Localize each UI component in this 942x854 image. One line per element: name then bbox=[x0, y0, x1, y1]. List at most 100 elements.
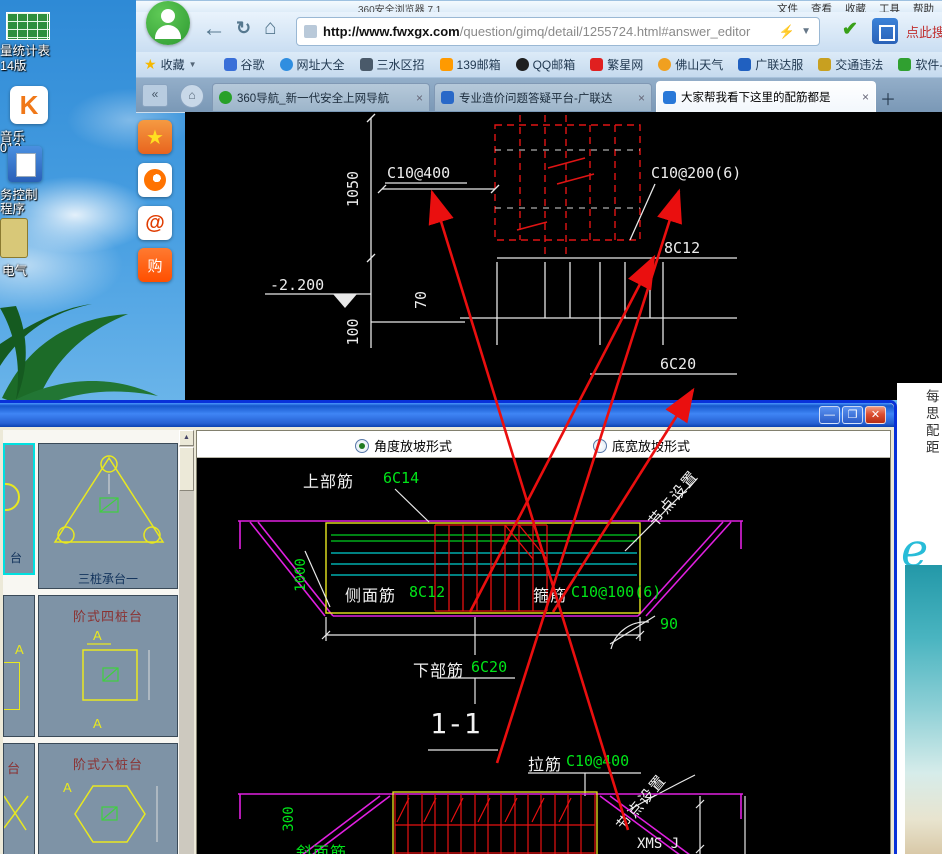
question-cad-drawing: C10@400 C10@200(6) 1050 8C12 -2.200 70 1… bbox=[185, 112, 942, 400]
home-button[interactable]: ⌂ bbox=[264, 16, 277, 40]
bookmark-item[interactable]: QQ邮箱 bbox=[516, 56, 576, 73]
label-elevation: -2.200 bbox=[270, 276, 324, 294]
dialog-cad-linework bbox=[197, 459, 890, 854]
icon-label: 电气 bbox=[2, 260, 27, 279]
template-label: 台 bbox=[10, 549, 22, 566]
favorites-menu[interactable]: ★ 收藏 ▼ bbox=[144, 56, 197, 73]
spreadsheet-icon bbox=[6, 12, 50, 40]
template-three-pile[interactable]: 三桩承台一 bbox=[38, 443, 178, 589]
back-button[interactable]: ← bbox=[202, 15, 226, 43]
bookmark-item[interactable]: 网址大全 bbox=[280, 56, 345, 73]
star-icon: ★ bbox=[144, 56, 157, 73]
value-bottom-bar: 6C20 bbox=[471, 658, 507, 676]
page-text: 距 bbox=[926, 436, 940, 456]
desktop-icon-service[interactable]: 务控制 程序 bbox=[0, 146, 64, 216]
label-dim-1050: 1050 bbox=[344, 167, 362, 211]
label-c10-400: C10@400 bbox=[387, 164, 450, 182]
label-dim-1000: 1000 bbox=[293, 549, 309, 601]
screenshot-tool-button[interactable] bbox=[872, 18, 898, 44]
radio-width-slope[interactable]: 底宽放坡形式 bbox=[593, 436, 690, 455]
grid-icon bbox=[879, 25, 895, 41]
template-six-pile-step[interactable]: 阶式六桩台 A bbox=[38, 743, 178, 854]
person-icon bbox=[161, 9, 175, 23]
dialog-titlebar[interactable]: — ❐ ✕ bbox=[0, 403, 894, 427]
bookmark-item[interactable]: 139邮箱 bbox=[440, 56, 501, 73]
section-mark-a: A bbox=[93, 716, 102, 731]
new-tab-button[interactable]: ＋ bbox=[880, 86, 896, 110]
value-side-bar: 8C12 bbox=[409, 583, 445, 601]
label-6c20: 6C20 bbox=[660, 355, 696, 373]
bookmark-item[interactable]: 三水区招 bbox=[360, 56, 425, 73]
screen: 量统计表 14版 K 音乐 012 务控制 程序 电气 ★ @ bbox=[0, 0, 942, 854]
site-favicon bbox=[898, 58, 911, 71]
maximize-button[interactable]: ❐ bbox=[842, 406, 863, 424]
radio-selected-icon bbox=[355, 439, 369, 453]
close-button[interactable]: ✕ bbox=[865, 406, 886, 424]
desktop-icon-stats[interactable]: 量统计表 14版 bbox=[0, 12, 64, 74]
template-title: 阶式四桩台 bbox=[39, 606, 177, 625]
template-partial-selected[interactable]: 台 bbox=[3, 443, 35, 575]
site-favicon bbox=[818, 58, 831, 71]
refresh-button[interactable]: ↻ bbox=[236, 18, 251, 39]
tab-close-icon[interactable]: × bbox=[862, 90, 869, 104]
template-four-pile-step[interactable]: 阶式四桩台 A A bbox=[38, 595, 178, 737]
value-angle: 90 bbox=[660, 615, 678, 633]
site-favicon bbox=[360, 58, 373, 71]
label-slope-bar: 斜面筋 bbox=[296, 839, 347, 854]
dialog-cad-drawing: 上部筋 6C14 侧面筋 8C12 箍筋 C10@100(6) 90 下部筋 6… bbox=[197, 459, 890, 854]
tab-favicon bbox=[441, 91, 454, 104]
section-mark-a: A bbox=[93, 628, 102, 643]
tab-favicon bbox=[663, 91, 676, 104]
security-check-icon[interactable]: ✔ bbox=[842, 18, 858, 41]
bookmark-item[interactable]: 繁星网 bbox=[590, 56, 643, 73]
site-favicon bbox=[224, 58, 237, 71]
section-mark: A bbox=[15, 642, 24, 657]
template-partial-bottom[interactable]: 台 bbox=[3, 743, 35, 854]
webpage-text-strip: 每 思 配 距 e bbox=[897, 383, 942, 854]
scrollbar-thumb[interactable] bbox=[179, 447, 194, 491]
bookmark-item[interactable]: 广联达服 bbox=[738, 56, 803, 73]
address-bar[interactable]: http://www.fwxgx.com /question/gimq/deta… bbox=[296, 17, 820, 46]
bookmarks-bar: ★ 收藏 ▼ 谷歌 网址大全 三水区招 139邮箱 QQ邮箱 繁星网 佛山天气 … bbox=[136, 52, 942, 78]
tab-close-icon[interactable]: × bbox=[638, 91, 645, 105]
radio-angle-slope[interactable]: 角度放坡形式 bbox=[355, 436, 452, 455]
tab-rebar-question[interactable]: 大家帮我看下这里的配筋都是 × bbox=[656, 81, 876, 112]
square-fragment bbox=[3, 662, 20, 710]
template-title: 阶式六桩台 bbox=[39, 754, 177, 773]
site-favicon bbox=[658, 58, 671, 71]
site-favicon bbox=[516, 58, 529, 71]
bookmark-item[interactable]: 佛山天气 bbox=[658, 56, 723, 73]
slope-mode-row: 角度放坡形式 底宽放坡形式 bbox=[197, 431, 890, 458]
bookmark-item[interactable]: 软件-234 bbox=[898, 56, 942, 73]
tab-nav-back-button[interactable]: « bbox=[142, 84, 168, 107]
minimize-button[interactable]: — bbox=[819, 406, 840, 424]
site-favicon bbox=[590, 58, 603, 71]
search-prompt[interactable]: 点此搜 bbox=[906, 22, 942, 41]
chevron-down-icon[interactable]: ▼ bbox=[801, 26, 811, 37]
tab-home-button[interactable]: ⌂ bbox=[180, 84, 204, 108]
url-path: /question/gimq/detail/1255724.html#answe… bbox=[460, 24, 751, 39]
hex-fragment bbox=[4, 744, 35, 854]
music-app-icon: K bbox=[10, 86, 48, 124]
label-c10-200: C10@200(6) bbox=[651, 164, 741, 182]
template-partial-mid[interactable]: A bbox=[3, 595, 35, 737]
tab-360-nav[interactable]: 360导航_新一代安全上网导航 × bbox=[212, 83, 430, 111]
template-label: 三桩承台一 bbox=[39, 570, 177, 587]
user-avatar[interactable] bbox=[146, 1, 190, 45]
site-favicon bbox=[440, 58, 453, 71]
lightning-icon[interactable]: ⚡ bbox=[779, 24, 795, 40]
bookmark-item[interactable]: 交通违法 bbox=[818, 56, 883, 73]
template-scrollbar[interactable]: ▲ bbox=[179, 430, 194, 854]
icon-label: 14版 bbox=[0, 55, 26, 74]
desktop-icon-electric[interactable]: 电气 bbox=[0, 218, 50, 280]
radio-unselected-icon bbox=[593, 439, 607, 453]
tab-bar: « ⌂ 360导航_新一代安全上网导航 × 专业造价问题答疑平台-广联达 × 大… bbox=[136, 78, 942, 113]
label-bottom-bar: 下部筋 bbox=[413, 657, 464, 681]
scroll-up-button[interactable]: ▲ bbox=[179, 430, 194, 446]
tab-close-icon[interactable]: × bbox=[416, 91, 423, 105]
section-mark-a: A bbox=[63, 780, 72, 795]
label-stirrup: 箍筋 bbox=[533, 582, 567, 606]
label-section-1-1: 1-1 bbox=[430, 707, 481, 740]
tab-qa-platform[interactable]: 专业造价问题答疑平台-广联达 × bbox=[434, 83, 652, 111]
bookmark-item[interactable]: 谷歌 bbox=[224, 56, 265, 73]
